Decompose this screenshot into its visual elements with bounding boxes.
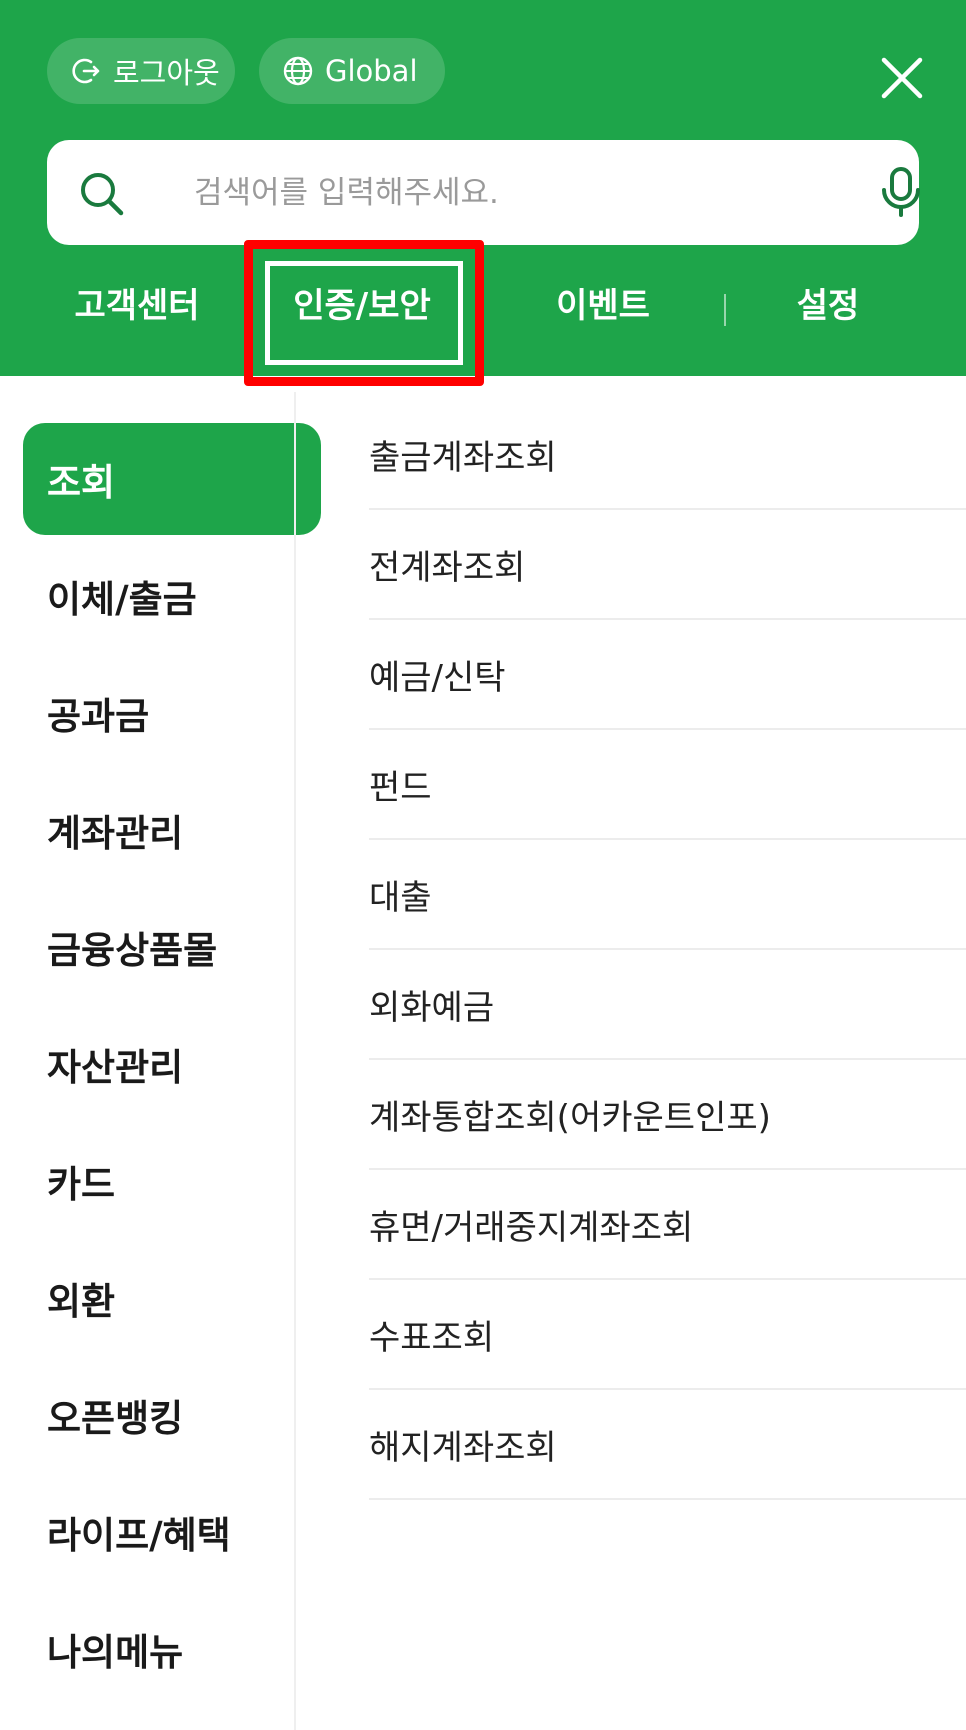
global-button[interactable]: Global: [259, 38, 445, 104]
sidebar-divider: [294, 392, 296, 1730]
sidebar-item-life-benefits[interactable]: 라이프/혜택: [23, 1476, 321, 1588]
sidebar-item-transfer[interactable]: 이체/출금: [23, 540, 321, 652]
submenu-item-check-inquiry[interactable]: 수표조회: [369, 1280, 966, 1390]
category-sidebar: 조회 이체/출금 공과금 계좌관리 금융상품몰 자산관리 카드 외환 오픈뱅킹 …: [0, 376, 321, 1730]
sidebar-item-open-banking[interactable]: 오픈뱅킹: [23, 1359, 321, 1471]
submenu-item-deposit-trust[interactable]: 예금/신탁: [369, 620, 966, 730]
submenu-item-foreign-deposit[interactable]: 외화예금: [369, 950, 966, 1060]
logout-button[interactable]: 로그아웃: [47, 38, 235, 104]
submenu-item-loan[interactable]: 대출: [369, 840, 966, 950]
submenu-item-all-accounts[interactable]: 전계좌조회: [369, 510, 966, 620]
submenu-item-fund[interactable]: 펀드: [369, 730, 966, 840]
sidebar-item-account-management[interactable]: 계좌관리: [23, 774, 321, 886]
search-icon[interactable]: [77, 169, 125, 217]
tab-customer-center[interactable]: 고객센터: [74, 278, 199, 327]
search-box[interactable]: [47, 140, 920, 245]
submenu-item-closed-account[interactable]: 해지계좌조회: [369, 1390, 966, 1500]
sidebar-item-utility-bills[interactable]: 공과금: [23, 657, 321, 769]
sidebar-item-asset-management[interactable]: 자산관리: [23, 1008, 321, 1120]
highlight-box: [244, 240, 484, 386]
close-icon[interactable]: [878, 54, 926, 102]
tab-settings[interactable]: 설정: [797, 278, 860, 327]
mic-icon[interactable]: [877, 166, 925, 218]
globe-icon: [283, 56, 313, 86]
search-input[interactable]: [192, 162, 836, 224]
sidebar-item-financial-products[interactable]: 금융상품몰: [23, 891, 321, 1003]
submenu-list: 출금계좌조회 전계좌조회 예금/신탁 펀드 대출 외화예금 계좌통합조회(어카운…: [369, 400, 966, 1500]
sidebar-item-foreign-exchange[interactable]: 외환: [23, 1242, 321, 1354]
sidebar-item-card[interactable]: 카드: [23, 1125, 321, 1237]
submenu-item-dormant-account[interactable]: 휴면/거래중지계좌조회: [369, 1170, 966, 1280]
tab-event[interactable]: 이벤트: [556, 278, 650, 327]
global-label: Global: [325, 54, 418, 88]
submenu-item-account-info[interactable]: 계좌통합조회(어카운트인포): [369, 1060, 966, 1170]
sidebar-item-my-menu[interactable]: 나의메뉴: [23, 1593, 321, 1705]
tab-divider: [724, 294, 726, 326]
submenu-item-withdrawal-account[interactable]: 출금계좌조회: [369, 400, 966, 510]
logout-label: 로그아웃: [113, 56, 220, 90]
logout-icon: [72, 58, 100, 84]
sidebar-item-inquiry[interactable]: 조회: [23, 423, 321, 535]
